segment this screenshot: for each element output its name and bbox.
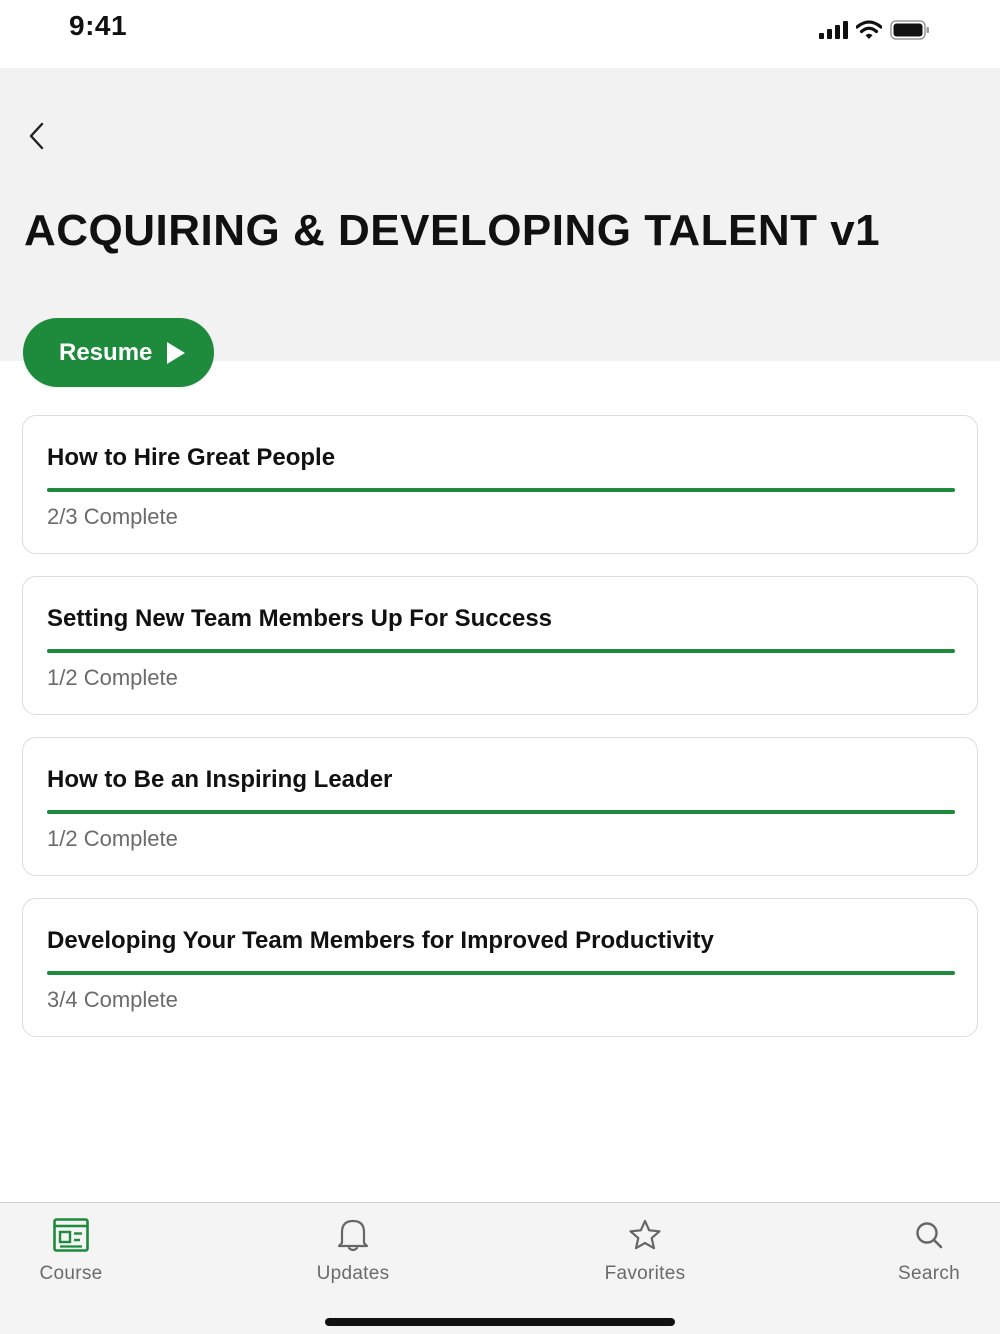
course-progress-bar xyxy=(47,488,955,492)
status-icons xyxy=(818,18,930,42)
tab-updates[interactable]: Updates xyxy=(293,1215,413,1289)
play-icon xyxy=(167,341,186,364)
course-progress-fill xyxy=(47,649,955,653)
wifi-icon xyxy=(856,20,882,39)
tab-bar: Course Updates Favorites Search xyxy=(0,1202,1000,1334)
search-icon xyxy=(909,1215,949,1255)
tab-course[interactable]: Course xyxy=(11,1215,131,1289)
course-card[interactable]: Developing Your Team Members for Improve… xyxy=(22,898,978,1037)
back-button[interactable] xyxy=(18,116,54,156)
course-progress-bar xyxy=(47,971,955,975)
star-icon xyxy=(625,1215,665,1255)
course-screen: 9:41 ACQUIRING & DEVELOPING TALENT v1 Re… xyxy=(0,0,1000,1334)
course-status: 1/2 Complete xyxy=(47,665,178,690)
tab-course-label: Course xyxy=(39,1263,103,1284)
page-title: ACQUIRING & DEVELOPING TALENT v1 xyxy=(24,206,881,255)
course-title: How to Be an Inspiring Leader xyxy=(47,766,393,793)
bell-icon xyxy=(333,1215,373,1255)
tab-search[interactable]: Search xyxy=(869,1215,989,1289)
tab-updates-label: Updates xyxy=(316,1263,390,1284)
course-list: How to Hire Great People 2/3 Complete Se… xyxy=(22,415,978,1059)
home-indicator xyxy=(325,1318,675,1326)
course-progress-fill xyxy=(47,971,955,975)
course-card[interactable]: How to Hire Great People 2/3 Complete xyxy=(22,415,978,554)
battery-icon xyxy=(890,20,929,40)
resume-button[interactable]: Resume xyxy=(23,318,214,387)
course-progress-fill xyxy=(47,488,955,492)
course-status: 1/2 Complete xyxy=(47,826,178,851)
tab-favorites-label: Favorites xyxy=(604,1263,686,1284)
tab-favorites[interactable]: Favorites xyxy=(585,1215,705,1289)
course-progress-bar xyxy=(47,649,955,653)
course-title: How to Hire Great People xyxy=(47,444,336,471)
course-title: Setting New Team Members Up For Success xyxy=(47,605,553,632)
course-card[interactable]: Setting New Team Members Up For Success … xyxy=(22,576,978,715)
status-bar: 9:41 xyxy=(0,0,1000,68)
course-title: Developing Your Team Members for Improve… xyxy=(47,927,714,954)
resume-button-label: Resume xyxy=(59,338,153,366)
cellular-signal-icon xyxy=(819,21,848,39)
course-status: 2/3 Complete xyxy=(47,504,178,529)
course-progress-bar xyxy=(47,810,955,814)
tab-search-label: Search xyxy=(897,1263,960,1284)
status-time: 9:41 xyxy=(69,10,128,41)
course-progress-fill xyxy=(47,810,955,814)
course-icon xyxy=(51,1215,91,1255)
course-status: 3/4 Complete xyxy=(47,987,178,1012)
course-card[interactable]: How to Be an Inspiring Leader 1/2 Comple… xyxy=(22,737,978,876)
chevron-left-icon xyxy=(29,122,44,150)
